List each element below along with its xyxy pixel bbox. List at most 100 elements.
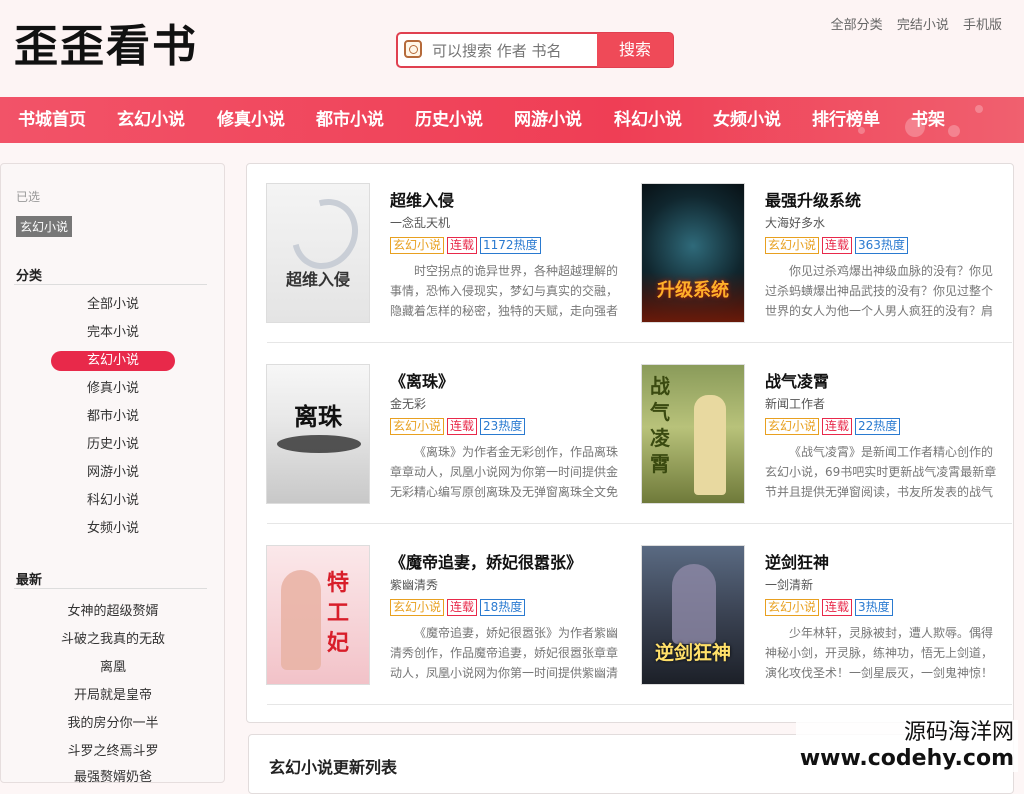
category-tag[interactable]: 玄幻小说 <box>390 237 445 254</box>
book-cover[interactable]: 升级系统 <box>641 183 745 323</box>
status-tag: 连载 <box>447 418 478 435</box>
book-cover[interactable]: 特工妃 <box>266 545 370 685</box>
cover-title: 战气凌霄 <box>650 374 670 476</box>
book-title[interactable]: 战气凌霄 <box>765 368 829 392</box>
book-card[interactable]: 战气凌霄 战气凌霄 新闻工作者 玄幻小说 连载 22热度 《战气凌霄》是新闻工作者精… <box>641 364 1011 514</box>
cover-title: 离珠 <box>294 402 342 431</box>
category-wangyou[interactable]: 网游小说 <box>51 463 175 483</box>
nav-xuanhuan[interactable]: 玄幻小说 <box>117 97 185 143</box>
latest-item[interactable]: 最强赘婿奶爸 <box>15 766 211 785</box>
book-title[interactable]: 《离珠》 <box>390 368 454 392</box>
book-card[interactable]: 离珠 《离珠》 金无彩 玄幻小说 连载 23热度 《离珠》为作者金无彩创作，作品离珠… <box>266 364 636 514</box>
book-tags: 玄幻小说 连载 18热度 <box>390 599 528 616</box>
search-button[interactable]: 搜索 <box>597 33 673 67</box>
heat-tag: 23热度 <box>480 418 526 435</box>
cover-art <box>277 435 361 453</box>
watermark: 源码海洋网 www.codehy.com <box>795 720 1018 772</box>
book-cover[interactable]: 超维入侵 <box>266 183 370 323</box>
book-author[interactable]: 新闻工作者 <box>765 395 825 412</box>
status-tag: 连载 <box>822 599 853 616</box>
cover-title: 特工妃 <box>327 570 350 656</box>
book-title[interactable]: 逆剑狂神 <box>765 549 829 573</box>
main-nav: 书城首页 玄幻小说 修真小说 都市小说 历史小说 网游小说 科幻小说 女频小说 … <box>0 97 1024 143</box>
category-finished[interactable]: 完本小说 <box>51 323 175 343</box>
book-card[interactable]: 逆剑狂神 逆剑狂神 一剑清新 玄幻小说 连载 3热度 少年林轩，灵脉被封，遭人欺辱。… <box>641 545 1011 695</box>
cover-art <box>672 564 716 644</box>
filter-sidebar: 已选 玄幻小说 分类 全部小说 完本小说 玄幻小说 修真小说 都市小说 历史小说… <box>0 163 225 785</box>
heat-tag: 3热度 <box>855 599 893 616</box>
category-tag[interactable]: 玄幻小说 <box>765 599 820 616</box>
status-tag: 连载 <box>447 237 478 254</box>
latest-heading: 最新 <box>16 573 43 588</box>
latest-item[interactable]: 我的房分你一半 <box>15 712 211 731</box>
latest-item[interactable]: 开局就是皇帝 <box>15 684 211 703</box>
book-tags: 玄幻小说 连载 22热度 <box>765 418 903 435</box>
latest-item[interactable]: 斗破之我真的无敌 <box>15 628 211 647</box>
row-divider <box>267 523 1012 524</box>
book-card[interactable]: 升级系统 最强升级系统 大海好多水 玄幻小说 连载 363热度 你见过杀鸡爆出神级血… <box>641 183 1011 333</box>
latest-item[interactable]: 女神的超级赘婿 <box>15 600 211 619</box>
cover-title: 超维入侵 <box>285 270 350 289</box>
category-xuanhuan[interactable]: 玄幻小说 <box>51 351 175 371</box>
book-title[interactable]: 《魔帝追妻，娇妃很嚣张》 <box>390 549 582 573</box>
heat-tag: 22热度 <box>855 418 901 435</box>
book-tags: 玄幻小说 连载 1172热度 <box>390 237 544 254</box>
category-heading: 分类 <box>16 269 43 284</box>
nav-nvpin[interactable]: 女频小说 <box>713 97 781 143</box>
status-tag: 连载 <box>822 418 853 435</box>
nav-lishi[interactable]: 历史小说 <box>415 97 483 143</box>
status-tag: 连载 <box>822 237 853 254</box>
row-divider <box>267 342 1012 343</box>
cover-title: 升级系统 <box>657 280 729 301</box>
watermark-url: www.codehy.com <box>799 746 1014 771</box>
category-lishi[interactable]: 历史小说 <box>51 435 175 455</box>
all-categories-link[interactable]: 全部分类 <box>831 18 883 33</box>
nav-bookshelf[interactable]: 书架 <box>911 97 945 143</box>
nav-xiuzhen[interactable]: 修真小说 <box>217 97 285 143</box>
book-author[interactable]: 一念乱天机 <box>390 214 450 231</box>
book-card[interactable]: 超维入侵 超维入侵 一念乱天机 玄幻小说 连载 1172热度 时空拐点的诡异世界，各… <box>266 183 636 333</box>
book-author[interactable]: 大海好多水 <box>765 214 825 231</box>
book-author[interactable]: 金无彩 <box>390 395 426 412</box>
search-icon <box>404 40 422 58</box>
category-all[interactable]: 全部小说 <box>51 295 175 315</box>
latest-item[interactable]: 离凰 <box>15 656 211 675</box>
site-header: 歪歪看书 搜索 全部分类 完结小说 手机版 <box>0 0 1024 97</box>
divider <box>14 284 207 285</box>
category-xiuzhen[interactable]: 修真小说 <box>51 379 175 399</box>
book-description: 少年林轩，灵脉被封，遭人欺辱。偶得神秘小剑，开灵脉，练神功，悟无上剑道，演化攻伐… <box>765 626 994 680</box>
top-links: 全部分类 完结小说 手机版 <box>821 14 1002 33</box>
heat-tag: 1172热度 <box>480 237 541 254</box>
book-card[interactable]: 特工妃 《魔帝追妻，娇妃很嚣张》 紫幽清秀 玄幻小说 连载 18热度 《魔帝追妻，娇… <box>266 545 636 695</box>
book-description: 《离珠》为作者金无彩创作，作品离珠章章动人，凤凰小说网为你第一时间提供金无彩精心… <box>390 445 619 499</box>
category-tag[interactable]: 玄幻小说 <box>765 237 820 254</box>
category-nvpin[interactable]: 女频小说 <box>51 519 175 539</box>
nav-kehuan[interactable]: 科幻小说 <box>614 97 682 143</box>
book-title[interactable]: 超维入侵 <box>390 187 454 211</box>
nav-ranking[interactable]: 排行榜单 <box>812 97 880 143</box>
nav-wangyou[interactable]: 网游小说 <box>514 97 582 143</box>
selected-label: 已选 <box>16 190 41 204</box>
book-description: 时空拐点的诡异世界，各种超越理解的事情，恐怖入侵现实，梦幻与真实的交融，隐藏着怎… <box>390 264 619 318</box>
nav-dushi[interactable]: 都市小说 <box>316 97 384 143</box>
latest-item[interactable]: 斗罗之终焉斗罗 <box>15 740 211 759</box>
category-dushi[interactable]: 都市小说 <box>51 407 175 427</box>
selected-filter-tag[interactable]: 玄幻小说 <box>16 216 73 237</box>
heat-tag: 363热度 <box>855 237 908 254</box>
site-logo[interactable]: 歪歪看书 <box>14 10 198 74</box>
book-author[interactable]: 紫幽清秀 <box>390 576 438 593</box>
book-cover[interactable]: 战气凌霄 <box>641 364 745 504</box>
book-author[interactable]: 一剑清新 <box>765 576 813 593</box>
category-tag[interactable]: 玄幻小说 <box>390 599 445 616</box>
category-tag[interactable]: 玄幻小说 <box>765 418 820 435</box>
category-tag[interactable]: 玄幻小说 <box>390 418 445 435</box>
nav-home[interactable]: 书城首页 <box>18 97 86 143</box>
search-input[interactable] <box>430 38 604 64</box>
category-kehuan[interactable]: 科幻小说 <box>51 491 175 511</box>
mobile-version-link[interactable]: 手机版 <box>963 18 1002 33</box>
book-title[interactable]: 最强升级系统 <box>765 187 861 211</box>
book-cover[interactable]: 离珠 <box>266 364 370 504</box>
book-cover[interactable]: 逆剑狂神 <box>641 545 745 685</box>
search-box: 搜索 <box>396 32 674 68</box>
finished-novels-link[interactable]: 完结小说 <box>897 18 949 33</box>
